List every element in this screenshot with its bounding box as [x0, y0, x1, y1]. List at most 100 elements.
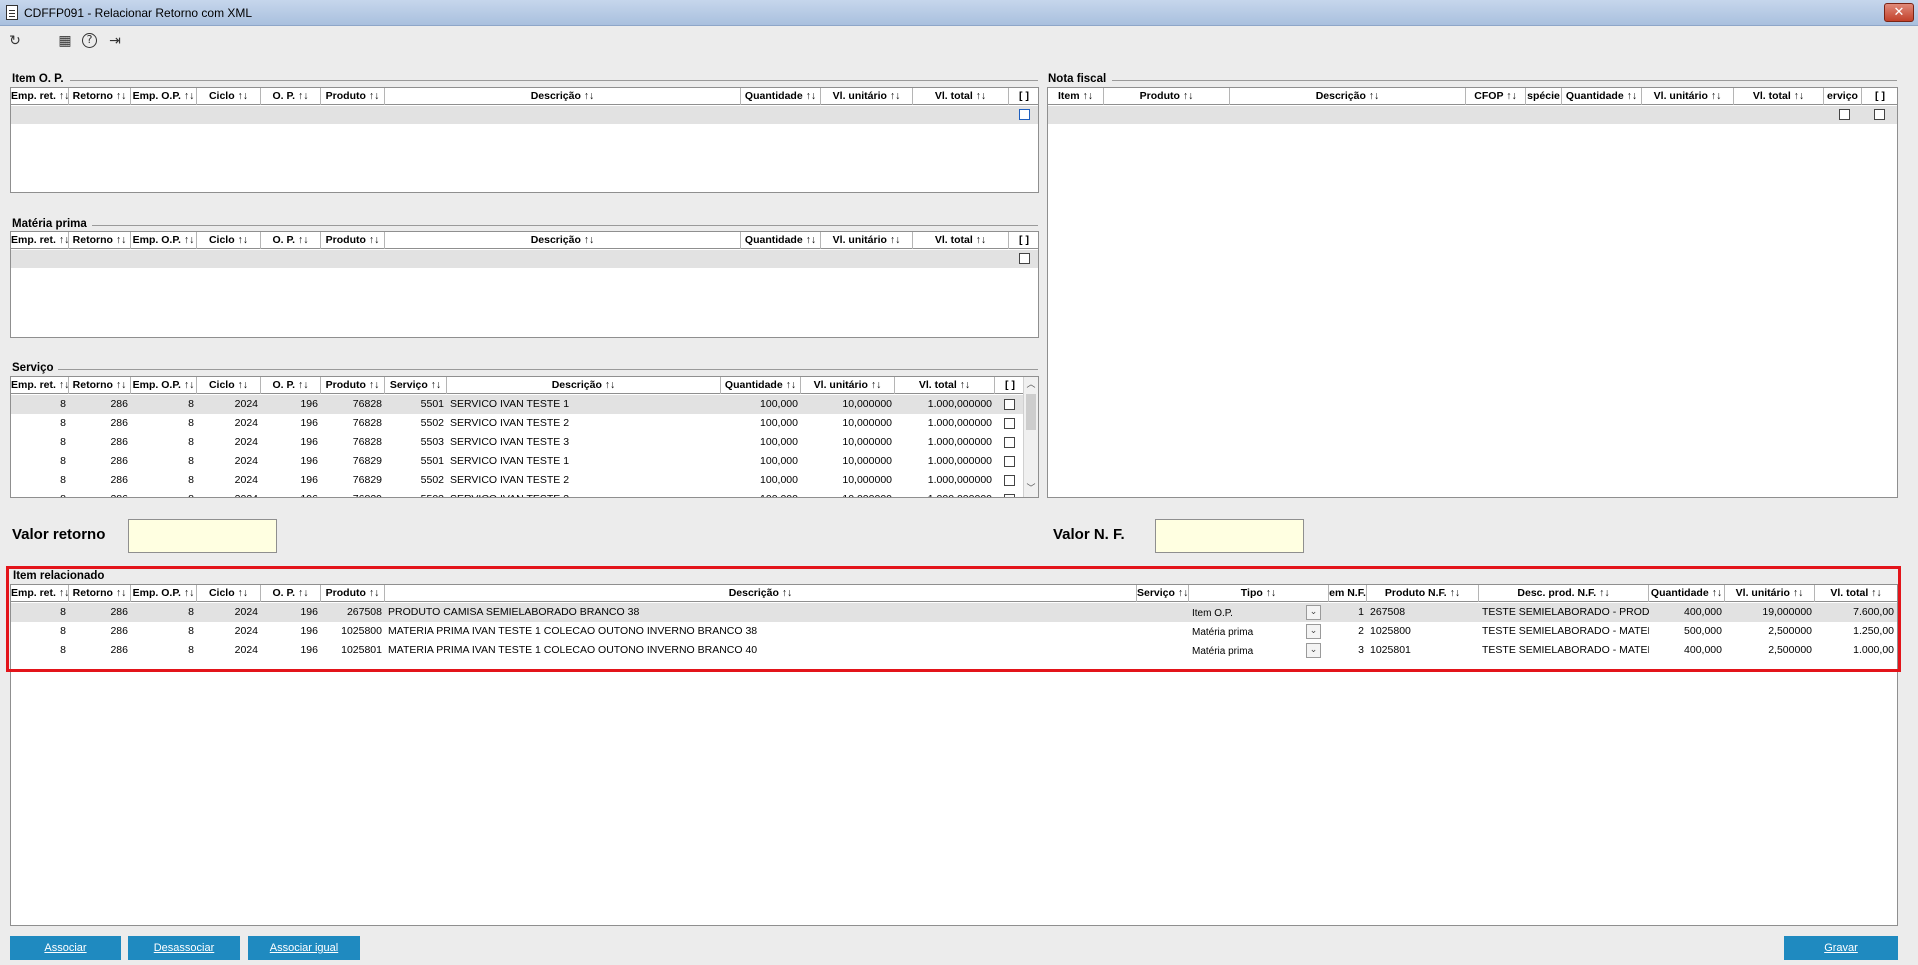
col-especie[interactable]: spécie [1526, 88, 1562, 105]
table-row[interactable]: 8 286 8 2024 196 76828 5502 SERVICO IVAN TESTE … [11, 414, 1023, 433]
col-emp-op[interactable]: Emp. O.P. ↑↓ [131, 88, 197, 105]
col-emp-ret[interactable]: Emp. ret. ↑↓ [11, 88, 69, 105]
exit-icon[interactable]: ⇥ [106, 32, 124, 50]
table-row[interactable]: 828682024196768295503SERVICO IVAN TESTE … [11, 490, 1023, 497]
col-ciclo[interactable]: Ciclo ↑↓ [197, 585, 261, 602]
col-produto[interactable]: Produto ↑↓ [321, 232, 385, 249]
cell-tipo[interactable]: Item O.P. [1189, 603, 1313, 622]
cell-tipo[interactable]: Matéria prima [1189, 641, 1313, 660]
col-retorno[interactable]: Retorno ↑↓ [69, 377, 131, 394]
col-vl-unitario[interactable]: Vl. unitário ↑↓ [1725, 585, 1815, 602]
item-op-grid[interactable]: Emp. ret. ↑↓ Retorno ↑↓ Emp. O.P. ↑↓ Cic… [10, 87, 1039, 193]
col-servico[interactable]: Serviço ↑↓ [1137, 585, 1189, 602]
col-op[interactable]: O. P. ↑↓ [261, 585, 321, 602]
table-row[interactable]: 8 286 8 2024 196 76829 5501 SERVICO IVAN TESTE … [11, 452, 1023, 471]
col-emp-ret[interactable]: Emp. ret. ↑↓ [11, 232, 69, 249]
row-checkbox[interactable] [1004, 456, 1015, 467]
col-vl-total[interactable]: Vl. total ↑↓ [1815, 585, 1897, 602]
servico-scrollbar[interactable]: ︿ ﹀ [1023, 377, 1038, 497]
col-emp-op[interactable]: Emp. O.P. ↑↓ [131, 232, 197, 249]
gravar-button[interactable]: Gravar [1784, 936, 1898, 960]
row-checkbox[interactable] [1004, 494, 1015, 497]
col-emp-ret[interactable]: Emp. ret. ↑↓ [11, 377, 69, 394]
scroll-thumb[interactable] [1026, 394, 1036, 430]
tipo-dropdown-icon[interactable]: ⌄ [1306, 624, 1321, 639]
select-all-checkbox[interactable] [1019, 109, 1030, 120]
nota-fiscal-grid[interactable]: Item ↑↓ Produto ↑↓ Descrição ↑↓ CFOP ↑↓ … [1047, 87, 1898, 498]
row-checkbox[interactable] [1004, 475, 1015, 486]
col-vl-total[interactable]: Vl. total ↑↓ [895, 377, 995, 394]
select-all-checkbox[interactable] [1019, 253, 1030, 264]
col-vl-total[interactable]: Vl. total ↑↓ [1734, 88, 1824, 105]
col-produto-nf[interactable]: Produto N.F. ↑↓ [1367, 585, 1479, 602]
servico-grid[interactable]: Emp. ret. ↑↓ Retorno ↑↓ Emp. O.P. ↑↓ Cic… [10, 376, 1039, 498]
desassociar-button[interactable]: Desassociar [128, 936, 240, 960]
col-item-nf[interactable]: em N.F. [1329, 585, 1367, 602]
item-relacionado-grid[interactable]: Emp. ret. ↑↓ Retorno ↑↓ Emp. O.P. ↑↓ Cic… [10, 584, 1898, 926]
table-row[interactable]: 8 286 8 2024 196 76829 5502 SERVICO IVAN TESTE … [11, 471, 1023, 490]
valor-retorno-input[interactable] [128, 519, 277, 553]
col-descricao[interactable]: Descrição ↑↓ [385, 88, 741, 105]
col-descricao[interactable]: Descrição ↑↓ [385, 585, 1137, 602]
table-row[interactable]: 8 286 8 2024 196 1025801 MATERIA PRIMA IVAN TE… [11, 641, 1897, 660]
col-ciclo[interactable]: Ciclo ↑↓ [197, 377, 261, 394]
col-descricao[interactable]: Descrição ↑↓ [447, 377, 721, 394]
calendar-icon[interactable]: ▦ [56, 32, 74, 50]
col-select[interactable]: [ ] [1862, 88, 1897, 105]
col-retorno[interactable]: Retorno ↑↓ [69, 232, 131, 249]
close-button[interactable]: ✕ [1884, 3, 1914, 22]
materia-prima-grid[interactable]: Emp. ret. ↑↓ Retorno ↑↓ Emp. O.P. ↑↓ Cic… [10, 231, 1039, 338]
col-emp-op[interactable]: Emp. O.P. ↑↓ [131, 377, 197, 394]
col-select[interactable]: [ ] [995, 377, 1025, 394]
col-op[interactable]: O. P. ↑↓ [261, 88, 321, 105]
col-ciclo[interactable]: Ciclo ↑↓ [197, 232, 261, 249]
col-ciclo[interactable]: Ciclo ↑↓ [197, 88, 261, 105]
row-checkbox[interactable] [1004, 399, 1015, 410]
col-emp-op[interactable]: Emp. O.P. ↑↓ [131, 585, 197, 602]
col-quantidade[interactable]: Quantidade ↑↓ [721, 377, 801, 394]
table-row[interactable]: 8 286 8 2024 196 267508 PRODUTO CAMISA SEMIELA… [11, 603, 1897, 622]
col-cfop[interactable]: CFOP ↑↓ [1466, 88, 1526, 105]
col-vl-total[interactable]: Vl. total ↑↓ [913, 232, 1009, 249]
col-produto[interactable]: Produto ↑↓ [321, 377, 385, 394]
scroll-down-icon[interactable]: ﹀ [1024, 482, 1038, 496]
row-checkbox[interactable] [1004, 437, 1015, 448]
col-vl-unitario[interactable]: Vl. unitário ↑↓ [801, 377, 895, 394]
col-item[interactable]: Item ↑↓ [1048, 88, 1104, 105]
associar-button[interactable]: Associar [10, 936, 121, 960]
col-vl-unitario[interactable]: Vl. unitário ↑↓ [821, 88, 913, 105]
associar-igual-button[interactable]: Associar igual [248, 936, 360, 960]
servico-checkbox[interactable] [1839, 109, 1850, 120]
col-select[interactable]: [ ] [1009, 232, 1038, 249]
col-descricao[interactable]: Descrição ↑↓ [385, 232, 741, 249]
help-icon[interactable]: ? [82, 33, 97, 48]
col-servico[interactable]: erviço [1824, 88, 1862, 105]
col-produto[interactable]: Produto ↑↓ [321, 585, 385, 602]
cell-tipo[interactable]: Matéria prima [1189, 622, 1313, 641]
select-all-checkbox[interactable] [1874, 109, 1885, 120]
col-retorno[interactable]: Retorno ↑↓ [69, 585, 131, 602]
col-select[interactable]: [ ] [1009, 88, 1038, 105]
tipo-dropdown-icon[interactable]: ⌄ [1306, 605, 1321, 620]
col-quantidade[interactable]: Quantidade ↑↓ [741, 232, 821, 249]
row-checkbox[interactable] [1004, 418, 1015, 429]
col-servico[interactable]: Serviço ↑↓ [385, 377, 447, 394]
col-vl-total[interactable]: Vl. total ↑↓ [913, 88, 1009, 105]
col-vl-unitario[interactable]: Vl. unitário ↑↓ [1642, 88, 1734, 105]
col-quantidade[interactable]: Quantidade ↑↓ [1649, 585, 1725, 602]
col-produto[interactable]: Produto ↑↓ [1104, 88, 1230, 105]
col-quantidade[interactable]: Quantidade ↑↓ [1562, 88, 1642, 105]
col-op[interactable]: O. P. ↑↓ [261, 377, 321, 394]
col-emp-ret[interactable]: Emp. ret. ↑↓ [11, 585, 69, 602]
col-retorno[interactable]: Retorno ↑↓ [69, 88, 131, 105]
table-row[interactable]: 8 286 8 2024 196 1025800 MATERIA PRIMA IVAN TE… [11, 622, 1897, 641]
table-row[interactable]: 8 286 8 2024 196 76828 5503 SERVICO IVAN TESTE … [11, 433, 1023, 452]
tipo-dropdown-icon[interactable]: ⌄ [1306, 643, 1321, 658]
col-tipo[interactable]: Tipo ↑↓ [1189, 585, 1329, 602]
valor-nf-input[interactable] [1155, 519, 1304, 553]
col-produto[interactable]: Produto ↑↓ [321, 88, 385, 105]
col-op[interactable]: O. P. ↑↓ [261, 232, 321, 249]
col-vl-unitario[interactable]: Vl. unitário ↑↓ [821, 232, 913, 249]
col-descricao[interactable]: Descrição ↑↓ [1230, 88, 1466, 105]
col-desc-prod-nf[interactable]: Desc. prod. N.F. ↑↓ [1479, 585, 1649, 602]
